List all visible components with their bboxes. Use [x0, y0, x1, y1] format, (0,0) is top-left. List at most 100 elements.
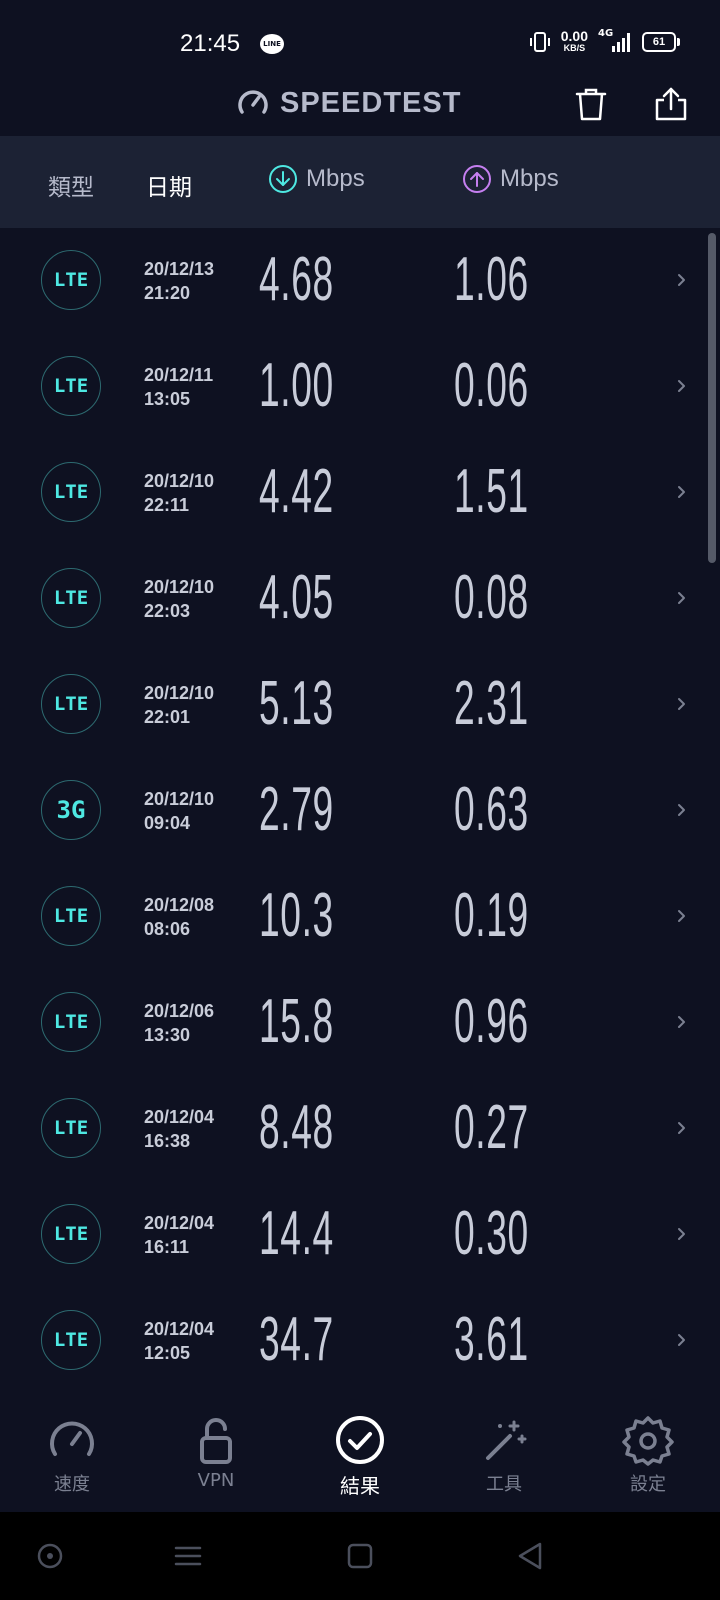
- chevron-right-icon: [678, 592, 685, 604]
- result-row[interactable]: LTE 20/12/06 13:30 15.8 0.96: [0, 970, 720, 1076]
- download-value: 15.8: [259, 987, 334, 1056]
- net-speed-indicator: 0.00 KB/S: [560, 28, 588, 54]
- result-row[interactable]: LTE 20/12/10 22:01 5.13 2.31: [0, 652, 720, 758]
- status-time: 21:45: [180, 30, 241, 57]
- result-row[interactable]: LTE 20/12/10 22:03 4.05 0.08: [0, 546, 720, 652]
- result-date: 20/12/04: [144, 1107, 215, 1127]
- brand: SPEEDTEST: [236, 86, 461, 120]
- sort-by-type[interactable]: 類型: [48, 168, 94, 202]
- result-date: 20/12/06: [144, 1001, 215, 1021]
- system-navigation-bar: [0, 1512, 720, 1600]
- speedometer-logo-icon: [238, 90, 268, 114]
- result-time: 13:30: [144, 1025, 191, 1045]
- line-app-icon: LINE: [260, 34, 284, 54]
- connection-type-badge: LTE: [41, 1310, 101, 1370]
- result-row[interactable]: LTE 20/12/04 16:38 8.48 0.27: [0, 1076, 720, 1182]
- upload-value: 3.61: [454, 1305, 529, 1374]
- upload-value: 0.30: [454, 1199, 529, 1268]
- result-datetime: 20/12/06 13:30: [144, 999, 214, 1047]
- connection-type-badge: LTE: [41, 1098, 101, 1158]
- upload-unit-label: Mbps: [500, 165, 559, 192]
- scrollbar[interactable]: [708, 233, 716, 563]
- chevron-right-icon: [678, 1228, 685, 1240]
- upload-value: 0.27: [454, 1093, 529, 1162]
- download-value: 34.7: [259, 1305, 334, 1374]
- result-row[interactable]: LTE 20/12/11 13:05 1.00 0.06: [0, 334, 720, 440]
- status-indicators: 0.00 KB/S 4G 61: [529, 28, 680, 54]
- result-row[interactable]: LTE 20/12/04 16:11 14.4 0.30: [0, 1182, 720, 1288]
- connection-type-badge: 3G: [41, 780, 101, 840]
- upload-value: 0.63: [454, 775, 529, 844]
- upload-value: 0.19: [454, 881, 529, 950]
- upload-value: 0.06: [454, 351, 529, 420]
- connection-type-badge: LTE: [41, 886, 101, 946]
- result-time: 22:01: [144, 707, 191, 727]
- upload-value: 0.96: [454, 987, 529, 1056]
- result-row[interactable]: 3G 20/12/10 09:04 2.79 0.63: [0, 758, 720, 864]
- result-row[interactable]: LTE 20/12/08 08:06 10.3 0.19: [0, 864, 720, 970]
- nav-speed[interactable]: 速度: [0, 1390, 144, 1512]
- download-value: 2.79: [259, 775, 334, 844]
- signal-indicator: 4G: [598, 28, 632, 54]
- result-time: 13:05: [144, 389, 191, 409]
- results-list[interactable]: LTE 20/12/13 21:20 4.68 1.06 LTE 20/12/11…: [0, 228, 720, 1388]
- upload-arrow-icon: [463, 165, 491, 193]
- nav-label: 設定: [630, 1474, 666, 1495]
- result-time: 12:05: [144, 1343, 191, 1363]
- connection-type-badge: LTE: [41, 992, 101, 1052]
- gear-icon: [622, 1416, 674, 1466]
- share-button[interactable]: [651, 84, 691, 124]
- upload-value: 0.08: [454, 563, 529, 632]
- connection-type-badge: LTE: [41, 568, 101, 628]
- result-row[interactable]: LTE 20/12/10 22:11 4.42 1.51: [0, 440, 720, 546]
- nav-vpn[interactable]: VPN: [144, 1390, 288, 1512]
- upload-value: 1.51: [454, 457, 529, 526]
- column-header: 類型 日期 Mbps Mbps: [0, 136, 720, 228]
- result-time: 21:20: [144, 283, 191, 303]
- result-time: 09:04: [144, 813, 191, 833]
- result-datetime: 20/12/10 22:01: [144, 681, 214, 729]
- download-value: 4.05: [259, 563, 334, 632]
- result-row[interactable]: LTE 20/12/13 21:20 4.68 1.06: [0, 228, 720, 334]
- status-bar: 21:45 LINE 0.00 KB/S 4G 61: [0, 0, 720, 88]
- connection-type-badge: LTE: [41, 462, 101, 522]
- chevron-right-icon: [678, 1334, 685, 1346]
- nav-label: 工具: [486, 1474, 522, 1495]
- net-speed-value: 0.00: [560, 28, 588, 44]
- network-type-label: 4G: [598, 28, 614, 39]
- back-triangle-icon[interactable]: [514, 1540, 546, 1572]
- result-date: 20/12/13: [144, 259, 215, 279]
- assistant-icon[interactable]: [34, 1540, 66, 1572]
- sort-by-date[interactable]: 日期: [146, 168, 192, 202]
- sort-by-download[interactable]: Mbps: [268, 164, 365, 194]
- result-date: 20/12/08: [144, 895, 215, 915]
- chevron-right-icon: [678, 910, 685, 922]
- check-circle-icon: [336, 1416, 384, 1464]
- download-value: 1.00: [259, 351, 334, 420]
- sort-by-upload[interactable]: Mbps: [462, 164, 559, 194]
- result-datetime: 20/12/13 21:20: [144, 257, 214, 305]
- result-date: 20/12/10: [144, 471, 215, 491]
- result-time: 22:03: [144, 601, 191, 621]
- nav-tools[interactable]: 工具: [432, 1390, 576, 1512]
- result-datetime: 20/12/08 08:06: [144, 893, 214, 941]
- download-arrow-icon: [269, 165, 297, 193]
- connection-type-badge: LTE: [41, 250, 101, 310]
- result-row[interactable]: LTE 20/12/04 12:05 34.7 3.61: [0, 1288, 720, 1388]
- result-date: 20/12/04: [144, 1319, 215, 1339]
- result-datetime: 20/12/11 13:05: [144, 363, 213, 411]
- nav-results[interactable]: 結果: [288, 1390, 432, 1512]
- result-time: 22:11: [144, 495, 190, 515]
- upload-value: 2.31: [454, 669, 529, 738]
- result-datetime: 20/12/10 22:11: [144, 469, 214, 517]
- result-time: 16:11: [144, 1237, 190, 1257]
- app-header: SPEEDTEST: [0, 78, 720, 136]
- menu-icon[interactable]: [172, 1540, 204, 1572]
- nav-label: 速度: [54, 1474, 90, 1495]
- chevron-right-icon: [678, 1122, 685, 1134]
- home-square-icon[interactable]: [344, 1540, 376, 1572]
- nav-settings[interactable]: 設定: [576, 1390, 720, 1512]
- delete-button[interactable]: [571, 84, 611, 124]
- connection-type-badge: LTE: [41, 674, 101, 734]
- battery-indicator: 61: [642, 32, 680, 52]
